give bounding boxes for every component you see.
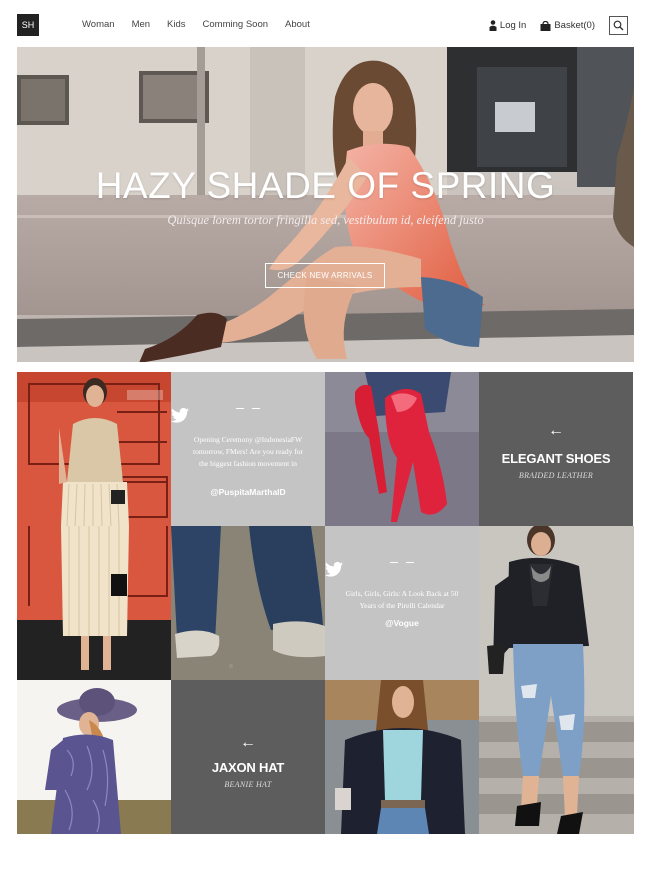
nav-item-woman[interactable]: Woman — [82, 19, 115, 30]
photo-tile-ripped-jeans[interactable] — [479, 526, 634, 834]
login-link[interactable]: Log In — [489, 20, 526, 31]
photo-tile-fringe-dress-bottom[interactable] — [17, 526, 171, 680]
basket-icon — [540, 20, 551, 31]
search-button[interactable] — [609, 16, 628, 35]
tweet-bird-row — [325, 562, 479, 577]
basket-label: Basket(0) — [554, 20, 595, 31]
photo-tile-floppy-hat[interactable] — [17, 680, 171, 834]
basket-link[interactable]: Basket(0) — [540, 20, 595, 31]
sneakers-photo — [171, 526, 325, 680]
main-nav: Woman Men Kids Comming Soon About — [82, 19, 327, 30]
promo-subtitle: BRAIDED LEATHER — [518, 471, 594, 480]
hero-subtitle: Quisque lorem tortor fringilla sed, vest… — [167, 213, 484, 227]
promo-tile-elegant-shoes[interactable]: ← ELEGANT SHOES BRAIDED LEATHER — [479, 372, 633, 526]
hero-banner: HAZY SHADE OF SPRING Quisque lorem torto… — [17, 47, 634, 362]
site-logo[interactable]: SH — [17, 14, 39, 36]
search-icon — [613, 20, 624, 31]
login-label: Log In — [499, 20, 527, 31]
twitter-bird-icon — [325, 562, 343, 577]
tweet-handle[interactable]: @PuspitaMarthaID — [171, 487, 325, 497]
photo-tile-blazer[interactable] — [325, 680, 479, 834]
twitter-bird-icon — [171, 408, 189, 423]
promo-tile-jaxon-hat[interactable]: ← JAXON HAT BEANIE HAT — [171, 680, 325, 834]
tweet-tile-puspita[interactable]: Opening Ceremony @IndonesiaFW tomorrow, … — [171, 372, 325, 526]
hero-title: HAZY SHADE OF SPRING — [95, 165, 556, 206]
tweet-text: Girls, Girls, Girls: A Look Back at 50 Y… — [345, 589, 459, 610]
photo-tile-red-heels[interactable] — [325, 372, 479, 526]
floppy-hat-photo — [17, 680, 171, 834]
account-nav: Log In Basket(0) — [489, 16, 628, 35]
tweet-tile-vogue[interactable]: Girls, Girls, Girls: A Look Back at 50 Y… — [325, 526, 479, 680]
site-header: SH Woman Men Kids Comming Soon About Log… — [0, 0, 650, 48]
arrow-left-icon: ← — [240, 734, 256, 751]
promo-title: ELEGANT SHOES — [501, 451, 611, 466]
blazer-photo — [325, 680, 479, 834]
photo-tile-fringe-dress[interactable] — [17, 372, 171, 526]
red-heels-photo — [325, 372, 479, 526]
fringe-dress-photo — [17, 372, 171, 526]
tweet-text: Opening Ceremony @IndonesiaFW tomorrow, … — [193, 435, 303, 468]
promo-title: JAXON HAT — [211, 760, 285, 775]
fringe-dress-photo-lower — [17, 526, 171, 680]
check-new-arrivals-button[interactable]: CHECK NEW ARRIVALS — [265, 263, 385, 288]
arrow-left-icon: ← — [548, 422, 564, 439]
promo-subtitle: BEANIE HAT — [224, 780, 272, 789]
nav-item-kids[interactable]: Kids — [167, 19, 185, 30]
nav-item-about[interactable]: About — [285, 19, 310, 30]
photo-tile-sneakers[interactable] — [171, 526, 325, 680]
tweet-handle[interactable]: @Vogue — [325, 618, 479, 628]
nav-item-men[interactable]: Men — [132, 19, 150, 30]
nav-item-coming-soon[interactable]: Comming Soon — [203, 19, 268, 30]
person-icon — [489, 20, 497, 31]
tweet-bird-row — [171, 408, 325, 423]
ripped-jeans-photo — [479, 526, 634, 834]
